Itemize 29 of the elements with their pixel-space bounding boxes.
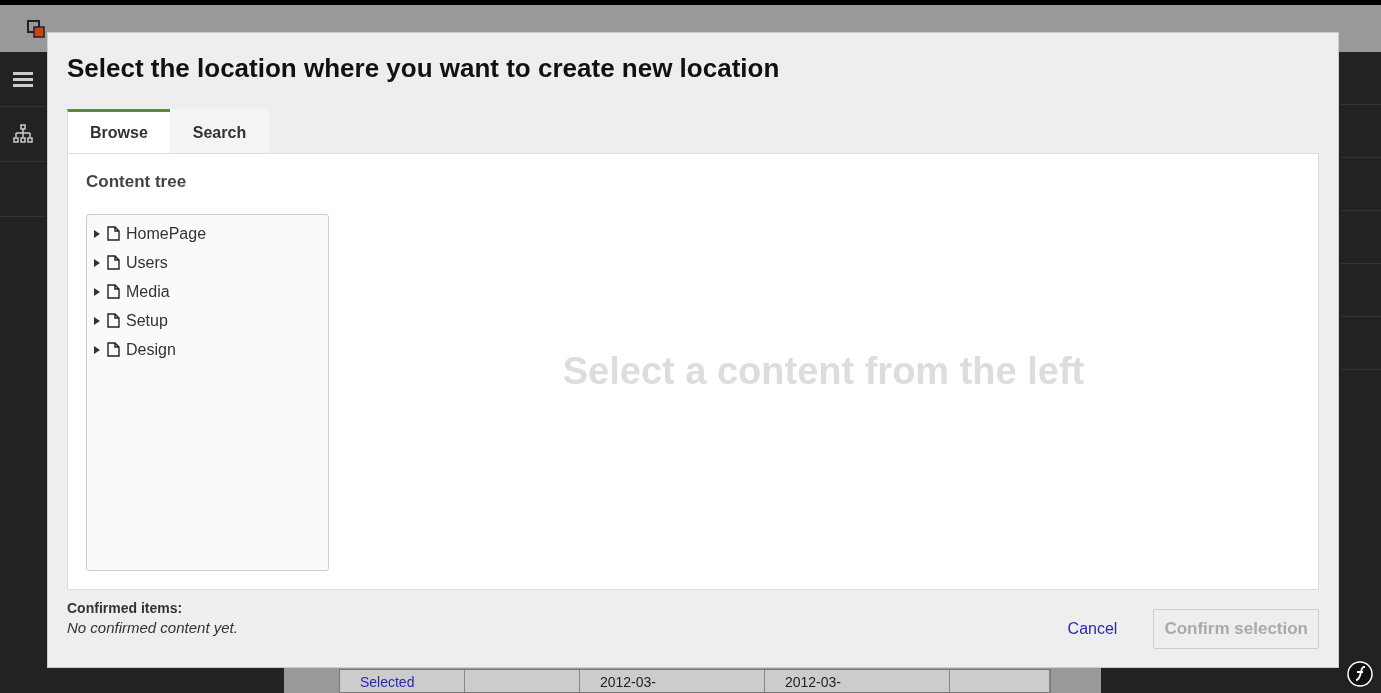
document-icon — [107, 255, 120, 270]
tree-item[interactable]: Setup — [126, 311, 168, 330]
menu-icon[interactable] — [12, 71, 33, 87]
document-icon — [107, 342, 120, 357]
document-icon — [107, 284, 120, 299]
expand-toggle-icon[interactable] — [93, 258, 101, 267]
dialog-title: Select the location where you want to create new location — [67, 53, 781, 85]
tree-item[interactable]: Users — [126, 253, 168, 272]
expand-toggle-icon[interactable] — [93, 287, 101, 296]
symfony-badge-icon[interactable] — [1347, 661, 1373, 687]
table-cell: 2012-03- — [579, 670, 765, 692]
tree-heading: Content tree — [86, 172, 188, 193]
sitemap-icon[interactable] — [12, 124, 33, 144]
tree-item[interactable]: Media — [126, 282, 170, 301]
document-icon — [107, 313, 120, 328]
confirmed-items-label: Confirmed items: — [67, 600, 184, 616]
table-cell: 2012-03- — [764, 670, 950, 692]
table-link[interactable]: Selected — [339, 670, 465, 692]
expand-toggle-icon[interactable] — [93, 229, 101, 238]
logo-icon — [27, 19, 45, 38]
cancel-link[interactable]: Cancel — [1067, 620, 1118, 638]
document-icon — [107, 226, 120, 241]
expand-toggle-icon[interactable] — [93, 316, 101, 325]
expand-toggle-icon[interactable] — [93, 345, 101, 354]
tab[interactable]: Search — [169, 109, 270, 153]
tree-item[interactable]: Design — [126, 340, 176, 359]
confirmed-items-empty: No confirmed content yet. — [67, 619, 238, 636]
tab[interactable]: Browse — [67, 109, 170, 153]
tree-item[interactable]: HomePage — [126, 224, 207, 243]
